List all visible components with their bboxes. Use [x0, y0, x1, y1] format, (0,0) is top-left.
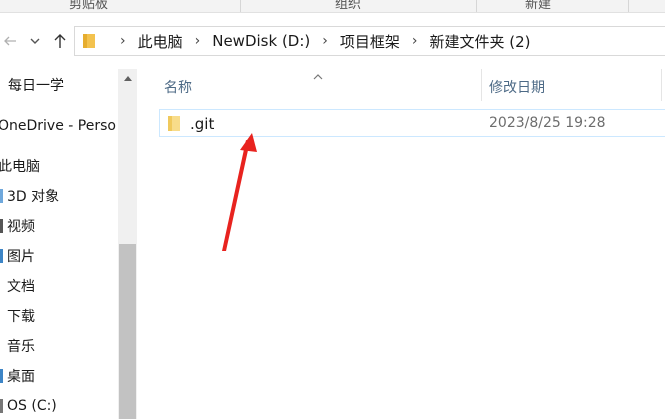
- scroll-thumb[interactable]: [119, 244, 136, 419]
- drive-icon: [0, 399, 3, 413]
- recent-locations-button[interactable]: [25, 29, 45, 53]
- nav-item-label: 音乐: [7, 339, 35, 355]
- nav-item-this-pc[interactable]: 此电脑: [0, 154, 116, 178]
- breadcrumb-separator[interactable]: ›: [322, 33, 328, 49]
- video-icon: [0, 219, 3, 233]
- sort-ascending-icon: [313, 69, 323, 83]
- scroll-up-button[interactable]: [118, 69, 137, 87]
- nav-item-label: 此电脑: [0, 159, 40, 175]
- navigation-pane: 每日一学 OneDrive - Perso 此电脑 3D 对象 视频 图片 文档…: [0, 69, 137, 419]
- ribbon-group-new: 新建: [525, 0, 552, 12]
- file-name: .git: [190, 115, 215, 133]
- caret-up-icon: [123, 75, 132, 81]
- nav-item-label: 每日一学: [8, 78, 64, 94]
- breadcrumb-separator: ›: [120, 33, 126, 49]
- up-arrow-icon: [54, 34, 66, 48]
- nav-item-label: OS (C:): [7, 398, 57, 414]
- nav-item-label: OneDrive - Perso: [0, 118, 116, 134]
- file-modified-date: 2023/8/25 19:28: [489, 115, 606, 131]
- ribbon-divider: [240, 0, 241, 12]
- file-explorer-window: 剪贴板 组织 新建 › 此电脑 › NewDisk (D:) › 项目框架 › …: [0, 0, 665, 419]
- nav-item-onedrive[interactable]: OneDrive - Perso: [0, 114, 116, 138]
- folder-icon: [83, 34, 95, 48]
- nav-item-label: 视频: [7, 219, 35, 235]
- ribbon-group-labels: 剪贴板 组织 新建: [0, 0, 665, 13]
- picture-icon: [0, 249, 3, 263]
- nav-item-label: 图片: [7, 249, 35, 265]
- ribbon-group-organize: 组织: [335, 0, 362, 12]
- desktop-icon: [0, 369, 3, 383]
- file-list-view: 名称 修改日期 .git 2023/8/25 19:28: [137, 69, 665, 419]
- nav-item-label: 桌面: [7, 369, 35, 385]
- nav-item-daily-study[interactable]: 每日一学: [8, 73, 126, 97]
- back-button[interactable]: [0, 29, 20, 53]
- navigation-bar: › 此电脑 › NewDisk (D:) › 项目框架 › 新建文件夹 (2): [0, 13, 665, 69]
- nav-item-videos[interactable]: 视频: [0, 214, 118, 238]
- breadcrumb-separator[interactable]: ›: [412, 33, 418, 49]
- breadcrumb-separator[interactable]: ›: [195, 33, 201, 49]
- nav-item-music[interactable]: 音乐: [7, 334, 125, 358]
- nav-item-label: 3D 对象: [7, 189, 60, 205]
- nav-pane-scrollbar[interactable]: [118, 69, 137, 419]
- chevron-down-icon: [30, 38, 40, 44]
- nav-item-label: 下载: [7, 309, 35, 325]
- column-divider[interactable]: [481, 69, 482, 101]
- nav-item-desktop[interactable]: 桌面: [0, 364, 118, 388]
- nav-item-pictures[interactable]: 图片: [0, 244, 118, 268]
- breadcrumb-current-folder[interactable]: 新建文件夹 (2): [429, 31, 530, 52]
- nav-item-os-c[interactable]: OS (C:): [0, 394, 118, 418]
- column-divider[interactable]: [661, 69, 662, 101]
- nav-item-label: 文档: [7, 279, 35, 295]
- nav-item-documents[interactable]: 文档: [7, 274, 125, 298]
- back-arrow-icon: [4, 36, 16, 46]
- address-bar[interactable]: › 此电脑 › NewDisk (D:) › 项目框架 › 新建文件夹 (2): [74, 26, 665, 56]
- nav-item-downloads[interactable]: 下载: [7, 304, 125, 328]
- column-header-name[interactable]: 名称: [164, 77, 192, 97]
- cube-icon: [0, 189, 3, 203]
- breadcrumb-project-framework[interactable]: 项目框架: [340, 31, 400, 52]
- file-row[interactable]: .git 2023/8/25 19:28: [159, 109, 665, 137]
- nav-item-3d-objects[interactable]: 3D 对象: [0, 184, 118, 208]
- breadcrumb-drive[interactable]: NewDisk (D:): [212, 32, 310, 50]
- folder-icon: [168, 116, 180, 131]
- ribbon-divider: [476, 0, 477, 12]
- ribbon-group-clipboard: 剪贴板: [69, 0, 109, 12]
- up-button[interactable]: [50, 29, 70, 53]
- breadcrumb-this-pc[interactable]: 此电脑: [138, 31, 183, 52]
- ribbon-divider: [628, 0, 629, 12]
- column-header-modified[interactable]: 修改日期: [489, 77, 545, 97]
